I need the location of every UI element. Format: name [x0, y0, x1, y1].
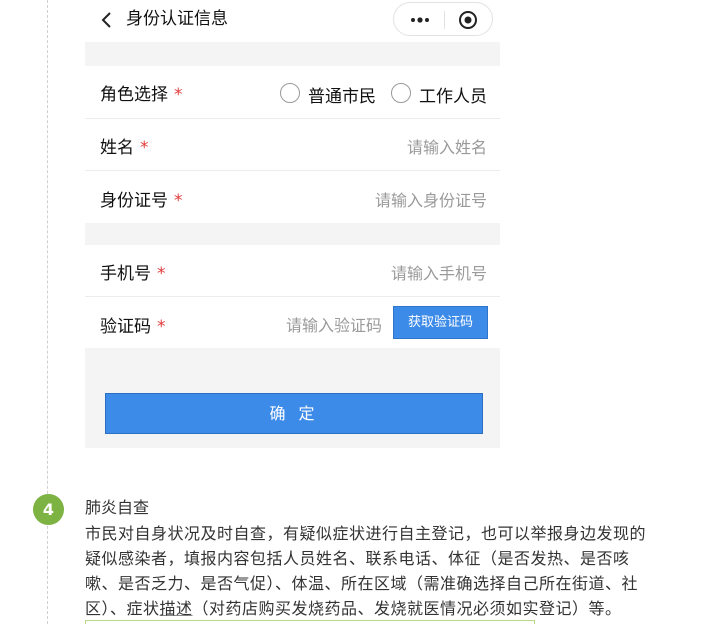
nav-bar: 身份认证信息 — [85, 0, 500, 42]
step-title: 肺炎自查 — [85, 498, 150, 517]
id-number-label: 身份证号 * — [100, 191, 183, 211]
page-title: 身份认证信息 — [126, 9, 228, 29]
radio-staff-label[interactable]: 工作人员 — [419, 82, 487, 107]
required-mark: * — [157, 317, 166, 337]
radio-citizen-label[interactable]: 普通市民 — [308, 82, 376, 107]
code-label: 验证码 * — [100, 317, 166, 337]
step-description-line: 嗽、是否乏力、是否气促）、体温、所在区域（需准确选择自己所在街道、社 — [85, 574, 639, 593]
name-label: 姓名 * — [100, 138, 149, 158]
more-icon[interactable] — [409, 11, 431, 29]
required-mark: * — [157, 264, 166, 284]
step-description: 市民对自身状况及时自查，有疑似症状进行自主登记，也可以举报身边发现的 疑似感染者… — [85, 521, 691, 621]
step-description-line: 疑似感染者，填报内容包括人员姓名、联系电话、体征（是否发热、是否咳 — [85, 549, 630, 568]
step-description-line: 区）、症状描述（对药店购买发烧药品、发烧就医情况必须如实登记）等。 — [85, 599, 622, 618]
phone-input[interactable]: 请输入手机号 — [391, 260, 487, 284]
phone-label: 手机号 * — [100, 264, 166, 284]
name-row[interactable]: 姓名 * 请输入姓名 — [85, 119, 500, 170]
id-number-row[interactable]: 身份证号 * 请输入身份证号 — [85, 171, 500, 223]
confirm-button[interactable]: 确 定 — [105, 393, 483, 434]
required-mark: * — [174, 191, 183, 211]
next-image-edge — [85, 620, 535, 624]
step-number-badge: 4 — [33, 494, 64, 525]
underlined-word: 描述 — [159, 599, 193, 618]
name-input[interactable]: 请输入姓名 — [407, 134, 487, 158]
phone-row[interactable]: 手机号 * 请输入手机号 — [85, 245, 500, 296]
capsule-menu — [393, 2, 493, 36]
step-description-line: 市民对自身状况及时自查，有疑似症状进行自主登记，也可以举报身边发现的 — [85, 524, 647, 543]
radio-staff[interactable] — [391, 83, 411, 103]
role-label: 角色选择 * — [100, 85, 183, 105]
code-input[interactable]: 请输入验证码 — [286, 312, 382, 336]
get-code-button[interactable]: 获取验证码 — [393, 306, 488, 339]
timeline-line — [47, 0, 48, 624]
capsule-divider — [444, 11, 445, 29]
mini-program-screen: 身份认证信息 角色选择 * 普通市民 工作人员 姓名 * 请输入姓名 身份证号 … — [85, 0, 500, 448]
required-mark: * — [174, 85, 183, 105]
role-row: 角色选择 * 普通市民 工作人员 — [85, 66, 500, 118]
back-icon[interactable] — [99, 12, 115, 28]
id-number-input[interactable]: 请输入身份证号 — [375, 187, 487, 211]
required-mark: * — [140, 138, 149, 158]
code-row: 验证码 * 请输入验证码 获取验证码 — [85, 297, 500, 348]
radio-citizen[interactable] — [280, 83, 300, 103]
target-icon[interactable] — [458, 10, 478, 30]
